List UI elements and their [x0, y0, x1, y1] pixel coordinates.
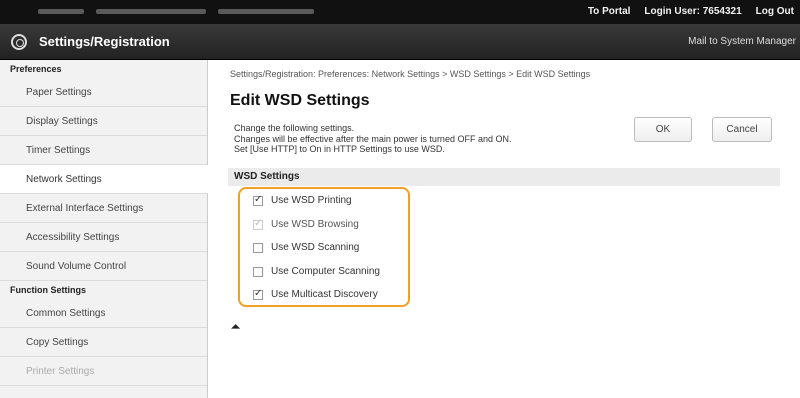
blurred-address	[38, 9, 318, 14]
option-label: Use WSD Scanning	[271, 242, 360, 253]
sidebar-item-label: Network Settings	[26, 173, 102, 185]
login-user-label: Login User: 7654321	[644, 6, 742, 17]
wsd-printing-checkbox[interactable]	[253, 194, 263, 206]
multicast-discovery-checkbox[interactable]	[253, 288, 263, 300]
sidebar-item-label: Sound Volume Control	[26, 260, 127, 272]
description-line: Change the following settings.	[234, 123, 355, 133]
sidebar-item-label: Copy Settings	[26, 336, 89, 348]
portal-link[interactable]: To Portal	[588, 6, 631, 17]
ok-button[interactable]: OK	[634, 117, 692, 142]
top-bar: To Portal Login User: 7654321 Log Out	[0, 0, 800, 24]
logout-link[interactable]: Log Out	[756, 6, 794, 17]
option-label: Use WSD Printing	[271, 195, 352, 206]
description-line: Changes will be effective after the main…	[234, 133, 512, 144]
sidebar-item-copy-settings[interactable]: Copy Settings	[0, 328, 207, 357]
sidebar-item-label: Display Settings	[26, 115, 98, 127]
computer-scanning-checkbox[interactable]	[253, 266, 263, 277]
option-use-computer-scanning[interactable]: Use Computer Scanning	[253, 266, 380, 277]
sidebar-item-sound-volume-control[interactable]: Sound Volume Control	[0, 252, 207, 281]
scroll-to-top-icon[interactable]: ⏶	[231, 321, 240, 334]
wsd-browsing-checkbox[interactable]	[253, 218, 263, 230]
sidebar-heading-function-settings: Function Settings	[10, 285, 86, 295]
option-use-multicast-discovery[interactable]: Use Multicast Discovery	[253, 288, 378, 300]
sidebar: Preferences Paper Settings Display Setti…	[0, 60, 208, 398]
description: Change the following settings. Changes w…	[234, 123, 511, 155]
sidebar-item-label: External Interface Settings	[26, 202, 144, 214]
header-bar: Settings/Registration Mail to System Man…	[0, 24, 800, 60]
sidebar-item-paper-settings[interactable]: Paper Settings	[0, 78, 207, 107]
sidebar-item-label: Paper Settings	[26, 86, 92, 98]
sidebar-item-label: Accessibility Settings	[26, 231, 120, 243]
sidebar-item-common-settings[interactable]: Common Settings	[0, 299, 207, 328]
sidebar-item-label: Printer Settings	[26, 365, 95, 377]
option-use-wsd-browsing[interactable]: Use WSD Browsing	[253, 218, 359, 230]
option-use-wsd-printing[interactable]: Use WSD Printing	[253, 194, 352, 206]
sidebar-item-label: Common Settings	[26, 307, 106, 319]
page-title: Edit WSD Settings	[230, 92, 370, 109]
option-label: Use Multicast Discovery	[271, 289, 378, 300]
sidebar-item-display-settings[interactable]: Display Settings	[0, 107, 207, 136]
sidebar-item-timer-settings[interactable]: Timer Settings	[0, 136, 207, 165]
description-line: Set [Use HTTP] to On in HTTP Settings to…	[234, 144, 445, 154]
mail-system-manager-link[interactable]: Mail to System Manager	[688, 36, 796, 47]
sidebar-item-network-settings[interactable]: Network Settings	[0, 165, 208, 194]
sidebar-item-printer-settings[interactable]: Printer Settings	[0, 357, 207, 386]
option-label: Use Computer Scanning	[271, 266, 380, 277]
sidebar-heading-preferences: Preferences	[10, 64, 62, 74]
wsd-scanning-checkbox[interactable]	[253, 242, 263, 253]
cancel-button[interactable]: Cancel	[712, 117, 772, 142]
option-use-wsd-scanning[interactable]: Use WSD Scanning	[253, 242, 359, 253]
sidebar-item-label: Timer Settings	[26, 144, 91, 156]
settings-logo-icon	[11, 33, 27, 50]
section-header-wsd-settings: WSD Settings	[228, 168, 780, 186]
header-title: Settings/Registration	[39, 34, 170, 49]
breadcrumb: Settings/Registration: Preferences: Netw…	[230, 69, 591, 79]
option-label: Use WSD Browsing	[271, 219, 359, 230]
main-content: Settings/Registration: Preferences: Netw…	[208, 60, 800, 398]
sidebar-item-accessibility-settings[interactable]: Accessibility Settings	[0, 223, 207, 252]
sidebar-item-external-interface-settings[interactable]: External Interface Settings	[0, 194, 207, 223]
